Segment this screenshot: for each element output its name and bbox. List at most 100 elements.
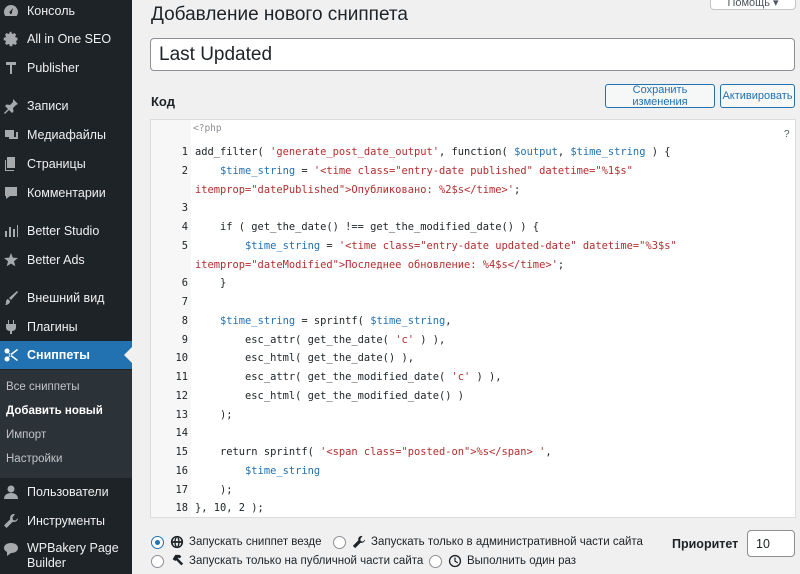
scope-option-admin[interactable]: Запускать только в административной част… <box>333 535 643 549</box>
gear-icon <box>3 31 19 47</box>
scope-radio-once[interactable] <box>429 554 442 568</box>
sidebar-item-label: Внешний вид <box>27 291 105 305</box>
editor-help-mark[interactable]: ? <box>784 129 790 140</box>
sidebar-item-label: WPBakery Page Builder <box>27 541 119 570</box>
sidebar-item-pages[interactable]: Страницы <box>0 150 132 178</box>
sidebar-item-comments[interactable]: Комментарии <box>0 179 132 207</box>
publisher-icon <box>3 60 19 76</box>
scope-option-everywhere[interactable]: Запускать сниппет везде <box>151 535 322 549</box>
save-changes-button[interactable]: Сохранить изменения <box>605 84 715 108</box>
activate-button[interactable]: Активировать <box>720 84 795 108</box>
media-icon <box>3 127 19 143</box>
scope-option-once[interactable]: Выполнить один раз <box>429 554 576 568</box>
plugin-icon <box>3 319 19 335</box>
sidebar-item-publisher[interactable]: Publisher <box>0 54 132 82</box>
code-line: 7 <box>151 293 795 311</box>
line-number: 4 <box>181 221 188 233</box>
ads-icon <box>3 252 19 268</box>
sidebar-item-appearance[interactable]: Внешний вид <box>0 284 132 312</box>
submenu-import[interactable]: Импорт <box>6 429 46 441</box>
scope-radio-front[interactable] <box>151 554 164 568</box>
code-text: add_filter( 'generate_post_date_output',… <box>195 146 671 158</box>
line-number: 13 <box>175 408 188 421</box>
code-text: if ( get_the_date() !== get_the_modified… <box>195 221 540 233</box>
sidebar-item-wpbakery[interactable]: WPBakery Page Builder <box>0 538 132 574</box>
sidebar-item-tools[interactable]: Инструменты <box>0 507 132 535</box>
scope-radio-everywhere[interactable] <box>151 535 164 549</box>
code-text: $time_string = sprintf( $time_string, <box>220 314 452 327</box>
line-number: 17 <box>175 483 188 496</box>
scissors-icon <box>3 347 19 363</box>
sidebar-item-label: Пользователи <box>27 485 109 499</box>
code-line: itemprop="dateModified">Последнее обновл… <box>151 256 795 274</box>
line-number: 7 <box>181 296 188 308</box>
line-number: 10 <box>175 352 188 365</box>
sidebar-item-dashboard[interactable]: Консоль <box>0 0 132 25</box>
code-line: 18}, 10, 2 ); <box>151 499 795 517</box>
priority-input[interactable] <box>747 530 795 557</box>
code-line: 2 $time_string = '<time class="entry-dat… <box>151 162 795 180</box>
line-number: 15 <box>175 446 188 458</box>
pin-icon <box>3 98 19 114</box>
code-text: ); <box>195 483 233 496</box>
help-tab[interactable]: Помощь ▾ <box>710 0 796 10</box>
code-line: 8 $time_string = sprintf( $time_string, <box>151 312 795 330</box>
clock-icon <box>448 554 462 568</box>
sidebar-item-media[interactable]: Медиафайлы <box>0 121 132 149</box>
sidebar-item-users[interactable]: Пользователи <box>0 478 132 506</box>
code-line: 14 <box>151 424 795 442</box>
sidebar-item-label: Better Ads <box>27 253 85 267</box>
priority-label: Приоритет <box>672 537 739 551</box>
sidebar-item-posts[interactable]: Записи <box>0 92 132 120</box>
snippet-title-input[interactable] <box>150 38 795 71</box>
php-open-tag: <?php <box>193 123 222 134</box>
line-number: 6 <box>181 277 188 290</box>
code-line: 9 esc_attr( get_the_date( 'c' ) ), <box>151 331 795 349</box>
brush-icon <box>3 290 19 306</box>
scope-label-admin: Запускать только в административной част… <box>371 536 643 548</box>
sidebar-item-label: Сниппеты <box>27 348 90 362</box>
scope-label-everywhere: Запускать сниппет везде <box>189 536 322 548</box>
sidebar-item-label: Инструменты <box>27 514 105 528</box>
code-text: itemprop="dateModified">Последнее обновл… <box>195 258 565 271</box>
sidebar-item-plugins[interactable]: Плагины <box>0 313 132 341</box>
line-number: 14 <box>175 427 188 440</box>
code-text: esc_attr( get_the_date( 'c' ) ), <box>195 333 446 346</box>
admin-sidebar: Консоль All in One SEO Publisher Записи … <box>0 0 132 574</box>
sidebar-item-label: Плагины <box>27 320 78 334</box>
scope-radio-admin[interactable] <box>333 535 346 549</box>
sidebar-item-label: Страницы <box>27 157 86 171</box>
code-text: $time_string <box>245 464 321 477</box>
submenu-settings[interactable]: Настройки <box>6 453 62 465</box>
snippets-submenu: Все сниппеты Добавить новый Импорт Настр… <box>0 370 132 478</box>
line-number: 3 <box>181 202 188 215</box>
sidebar-item-label: Консоль <box>27 4 76 18</box>
submenu-all-snippets[interactable]: Все сниппеты <box>6 381 80 393</box>
scope-label-front: Запускать только на публичной части сайт… <box>189 555 424 567</box>
sidebar-item-label: Записи <box>27 99 69 113</box>
sidebar-item-label: Комментарии <box>27 186 106 200</box>
line-number: 16 <box>175 464 188 477</box>
code-editor[interactable]: <?php ? 1 add_filter( 'generate_post_date… <box>150 119 796 518</box>
dashboard-icon <box>3 3 19 19</box>
comment-icon <box>3 185 19 201</box>
code-line: 13 ); <box>151 406 795 424</box>
submenu-add-new[interactable]: Добавить новый <box>6 405 103 417</box>
code-line: 3 <box>151 199 795 217</box>
code-line: 10 esc_html( get_the_date() ), <box>151 349 795 367</box>
sidebar-item-snippets[interactable]: Сниппеты <box>0 341 132 369</box>
sidebar-item-better-ads[interactable]: Better Ads <box>0 246 132 274</box>
scope-label-once: Выполнить один раз <box>467 555 577 567</box>
line-number: 9 <box>181 333 188 346</box>
page-title: Добавление нового сниппета <box>151 4 408 25</box>
code-line: 12 esc_html( get_the_modified_date() ) <box>151 387 795 405</box>
sidebar-item-better-studio[interactable]: Better Studio <box>0 217 132 245</box>
code-line: 17 ); <box>151 481 795 499</box>
sidebar-item-aioseo[interactable]: All in One SEO <box>0 25 132 53</box>
code-line: 5 $time_string = '<time class="entry-dat… <box>151 237 795 255</box>
code-text: esc_html( get_the_modified_date() ) <box>195 389 464 402</box>
globe-icon <box>170 535 184 549</box>
code-text: } <box>195 277 227 290</box>
sidebar-item-label: Better Studio <box>27 224 100 238</box>
scope-option-front[interactable]: Запускать только на публичной части сайт… <box>151 554 423 568</box>
